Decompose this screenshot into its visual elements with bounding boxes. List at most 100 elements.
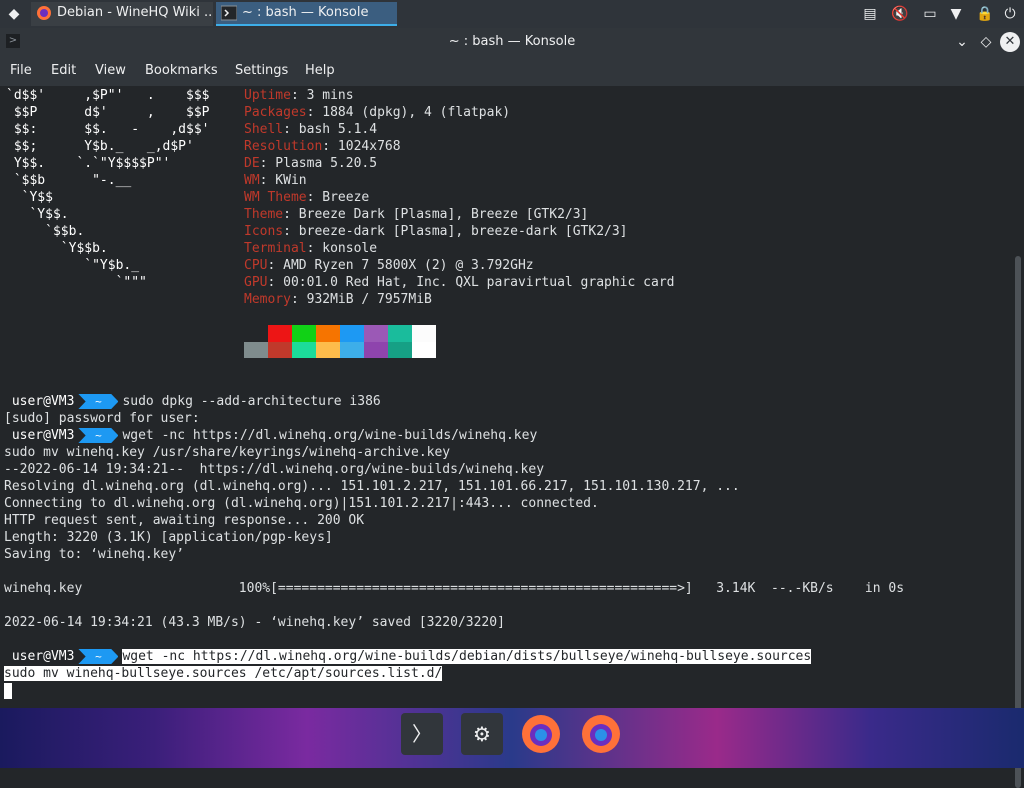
logo-line: `$$b "-.__	[6, 173, 132, 188]
info-key: Terminal	[244, 241, 307, 256]
output-line: [sudo] password for user:	[4, 410, 200, 427]
info-line: Uptime: 3 mins	[244, 87, 354, 104]
output-text: 2022-06-14 19:34:21 (43.3 MB/s) - ‘wineh…	[4, 615, 505, 630]
info-value: : AMD Ryzen 7 5800X (2) @ 3.792GHz	[267, 258, 534, 273]
output-text: Length: 3220 (3.1K) [application/pgp-key…	[4, 530, 333, 545]
info-key: CPU	[244, 258, 268, 273]
logo-line: Y$$. `.`"Y$$$$P"'	[6, 156, 171, 171]
info-value: : KWin	[259, 173, 307, 188]
color-swatch	[412, 342, 436, 358]
info-key: WM Theme	[244, 190, 307, 205]
volume-muted-icon[interactable]: 🔇	[890, 4, 910, 24]
info-key: Packages	[244, 105, 307, 120]
logo-line: $$P d$' , $$P	[6, 105, 210, 120]
command-text: wget -nc https://dl.winehq.org/wine-buil…	[122, 428, 538, 443]
color-swatch	[412, 325, 436, 342]
menu-view[interactable]: View	[95, 63, 126, 78]
output-line: sudo mv winehq.key /usr/share/keyrings/w…	[4, 444, 450, 461]
firefox-icon	[37, 6, 51, 20]
info-line: GPU: 00:01.0 Red Hat, Inc. QXL paravirtu…	[244, 274, 674, 291]
info-value: : 932MiB / 7957MiB	[290, 292, 432, 307]
info-value: : bash 5.1.4	[283, 122, 378, 137]
prompt-dir: ~	[78, 394, 119, 409]
terminal-output[interactable]: `d$$' ,$P"' . $$$ $$P d$' , $$P $$: $$. …	[0, 86, 1024, 788]
info-line: WM Theme: Breeze	[244, 189, 369, 206]
text-cursor	[4, 683, 12, 699]
info-value: : konsole	[306, 241, 378, 256]
info-line: Theme: Breeze Dark [Plasma], Breeze [GTK…	[244, 206, 588, 223]
menu-file[interactable]: File	[10, 63, 32, 78]
info-key: Memory	[244, 292, 291, 307]
prompt-line: user@VM3 ~ wget -nc https://dl.winehq.org/…	[4, 648, 812, 665]
application-launcher-icon[interactable]: ◆	[4, 4, 24, 24]
logo-line: `Y$$	[6, 190, 53, 205]
info-line: Resolution: 1024x768	[244, 138, 401, 155]
info-key: Theme	[244, 207, 284, 222]
minimize-button[interactable]: ⌄	[952, 32, 972, 52]
keep-above-button[interactable]: ◇	[976, 32, 996, 52]
output-line: sudo mv winehq-bullseye.sources /etc/apt…	[4, 665, 443, 682]
menu-edit[interactable]: Edit	[51, 63, 76, 78]
command-text: wget -nc https://dl.winehq.org/wine-buil…	[122, 649, 812, 664]
task-label: ~ : bash — Konsole	[242, 5, 369, 20]
info-line: WM: KWin	[244, 172, 307, 189]
info-value: : Breeze Dark [Plasma], Breeze [GTK2/3]	[283, 207, 589, 222]
info-line: Terminal: konsole	[244, 240, 377, 257]
info-value: : 3 mins	[290, 88, 354, 103]
close-button[interactable]: ✕	[1000, 32, 1020, 52]
color-swatch	[244, 325, 268, 342]
menubar: File Edit View Bookmarks Settings Help	[0, 56, 1024, 86]
color-swatch	[364, 325, 388, 342]
logo-line: `d$$' ,$P"' . $$$	[6, 88, 210, 103]
lock-icon[interactable]: 🔒	[975, 4, 995, 24]
output-text: Connecting to dl.winehq.org (dl.winehq.o…	[4, 496, 599, 511]
logo-line: `"""	[6, 275, 147, 290]
window-title: ~ : bash — Konsole	[448, 34, 576, 49]
output-line: 2022-06-14 19:34:21 (43.3 MB/s) - ‘wineh…	[4, 614, 505, 631]
dock-firefox-icon-2[interactable]	[580, 713, 622, 755]
task-konsole[interactable]: ~ : bash — Konsole	[216, 2, 397, 26]
menu-settings[interactable]: Settings	[235, 63, 288, 78]
window-titlebar[interactable]: > ~ : bash — Konsole ⌄ ◇ ✕	[0, 28, 1024, 56]
output-text: sudo mv winehq-bullseye.sources /etc/apt…	[4, 666, 443, 681]
color-swatch	[340, 325, 364, 342]
info-line: CPU: AMD Ryzen 7 5800X (2) @ 3.792GHz	[244, 257, 534, 274]
menu-bookmarks[interactable]: Bookmarks	[145, 63, 218, 78]
taskbar-dock: 〉 ⚙	[0, 708, 1024, 768]
output-line: winehq.key 100%[========================…	[4, 580, 904, 597]
clipboard-icon[interactable]: ▤	[860, 4, 880, 24]
menu-help[interactable]: Help	[305, 63, 335, 78]
output-line: Saving to: ‘winehq.key’	[4, 546, 184, 563]
prompt-user: user@VM3	[4, 649, 75, 664]
dock-settings-icon[interactable]: ⚙	[461, 713, 503, 755]
power-icon[interactable]: ⏻	[1000, 4, 1020, 24]
output-line: --2022-06-14 19:34:21-- https://dl.wineh…	[4, 461, 544, 478]
expand-tray-icon[interactable]: ▼	[946, 4, 966, 24]
top-panel: ◆ Debian - WineHQ Wiki ... ~ : bash — Ko…	[0, 0, 1024, 28]
info-line: DE: Plasma 5.20.5	[244, 155, 377, 172]
prompt-user: user@VM3	[4, 428, 75, 443]
color-swatch	[244, 342, 268, 358]
color-swatch	[316, 325, 340, 342]
info-value: : 1884 (dpkg), 4 (flatpak)	[306, 105, 511, 120]
logo-line: $$: $$. - ,d$$'	[6, 122, 210, 137]
output-line: Connecting to dl.winehq.org (dl.winehq.o…	[4, 495, 599, 512]
prompt-dir: ~	[78, 649, 119, 664]
output-text: winehq.key 100%[========================…	[4, 581, 905, 596]
info-key: DE	[244, 156, 260, 171]
info-line: Packages: 1884 (dpkg), 4 (flatpak)	[244, 104, 510, 121]
dock-terminal-icon[interactable]: 〉	[401, 713, 443, 755]
logo-line: `$$b.	[6, 224, 85, 239]
prompt-line: user@VM3 ~ wget -nc https://dl.winehq.org/…	[4, 427, 537, 444]
command-text: sudo dpkg --add-architecture i386	[122, 394, 381, 409]
info-key: GPU	[244, 275, 268, 290]
info-line: Memory: 932MiB / 7957MiB	[244, 291, 432, 308]
dock-firefox-icon[interactable]	[520, 713, 562, 755]
task-firefox[interactable]: Debian - WineHQ Wiki ...	[31, 2, 213, 26]
logo-line: `"Y$b._	[6, 258, 140, 273]
logo-line: $$; Y$b._ _,d$P'	[6, 139, 194, 154]
network-icon[interactable]: ▭	[920, 4, 940, 24]
info-key: WM	[244, 173, 260, 188]
info-value: : Plasma 5.20.5	[259, 156, 378, 171]
output-text: [sudo] password for user:	[4, 411, 200, 426]
